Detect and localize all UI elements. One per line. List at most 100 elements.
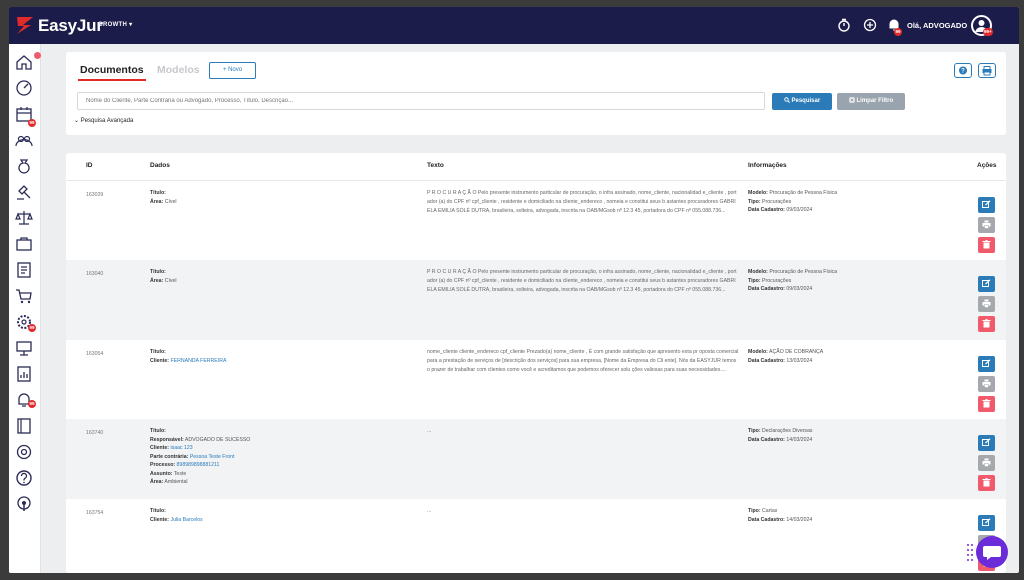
sidebar-item-users[interactable] xyxy=(15,131,33,149)
report-icon xyxy=(17,366,31,382)
row-dados: Título: Responsável: ADVOGADO DE SUCESSO… xyxy=(150,427,250,487)
help-button[interactable]: ? xyxy=(954,63,972,78)
field-value: Cível xyxy=(164,277,177,284)
row-dados: Título: Cliente: FERNANDA FERREIRA xyxy=(150,348,226,365)
tab-modelos[interactable]: Modelos xyxy=(157,64,200,76)
briefcase-icon xyxy=(16,237,32,251)
info-label: Modelo: xyxy=(748,349,768,355)
home-icon xyxy=(16,55,32,70)
row-info: Tipo: Declarações Diversas Data Cadastro:… xyxy=(748,427,813,444)
plan-dropdown[interactable]: GROWTH ▾ xyxy=(98,21,132,28)
greeting-text: Olá, ADVOGADO xyxy=(907,21,968,30)
edit-button[interactable] xyxy=(978,276,995,292)
table-row[interactable]: 163040 Título: Área: Cível P R O C U R A Ç… xyxy=(66,260,1006,340)
chat-button[interactable] xyxy=(976,536,1008,568)
advanced-search-toggle[interactable]: ⌄ Pesquisa Avançada xyxy=(74,117,133,124)
edit-icon xyxy=(982,518,991,526)
field-value[interactable]: Pessoa Teste Front xyxy=(190,454,235,460)
sidebar-item-dashboard[interactable] xyxy=(15,79,33,97)
row-text-preview: P R O C U R A Ç Ã O Pelo presente instru… xyxy=(427,190,737,215)
sidebar-item-help[interactable] xyxy=(15,469,33,487)
table-row[interactable]: 163054 Título: Cliente: FERNANDA FERREIRA… xyxy=(66,340,1006,420)
timer-icon[interactable] xyxy=(837,18,851,32)
sidebar-item-presentation[interactable] xyxy=(15,339,33,357)
info-label: Data Cadastro: xyxy=(748,207,785,213)
field-label: Assunto: xyxy=(150,470,173,477)
logo-text[interactable]: EasyJur xyxy=(38,16,103,36)
info-value: 09/03/2024 xyxy=(786,207,813,213)
sidebar-item-store[interactable] xyxy=(15,287,33,305)
delete-button[interactable] xyxy=(978,316,995,332)
print-button[interactable] xyxy=(978,217,995,233)
info-value: Declarações Diversas xyxy=(762,428,813,434)
new-document-button[interactable]: + Novo xyxy=(209,62,256,79)
delete-button[interactable] xyxy=(978,475,995,491)
sidebar-item-justice[interactable] xyxy=(15,209,33,227)
sidebar-item-processes[interactable] xyxy=(15,183,33,201)
field-value[interactable]: isaac 123 xyxy=(170,445,192,451)
sidebar-item-settings[interactable] xyxy=(15,443,33,461)
print-button[interactable] xyxy=(978,455,995,471)
delete-button[interactable] xyxy=(978,396,995,412)
sidebar-item-broadcast[interactable] xyxy=(15,495,33,513)
sidebar-item-documents[interactable] xyxy=(15,261,33,279)
field-value[interactable]: Julia Barcelos xyxy=(170,517,202,523)
info-label: Data Cadastro: xyxy=(748,286,785,292)
chevron-down-icon: ⌄ xyxy=(74,118,80,124)
active-tab-underline xyxy=(78,79,146,81)
trash-icon xyxy=(982,478,991,487)
broadcast-icon xyxy=(17,496,31,511)
edit-button[interactable] xyxy=(978,356,995,372)
edit-button[interactable] xyxy=(978,197,995,213)
search-icon xyxy=(784,97,790,103)
trash-icon xyxy=(982,319,991,328)
info-value: Procuração de Pessoa Física xyxy=(769,190,838,196)
sidebar-item-home[interactable] xyxy=(15,53,33,71)
column-header-informacoes: Informações xyxy=(748,162,787,169)
print-list-button[interactable] xyxy=(978,63,996,78)
row-info: Modelo: Procuração de Pessoa Física Tipo:… xyxy=(748,189,837,215)
print-button[interactable] xyxy=(978,376,995,392)
field-value[interactable]: FERNANDA FERREIRA xyxy=(170,358,226,364)
dashboard-icon xyxy=(16,80,32,96)
edit-icon xyxy=(982,279,991,287)
edit-button[interactable] xyxy=(978,435,995,451)
sidebar-item-finance[interactable] xyxy=(15,157,33,175)
book-icon xyxy=(17,418,31,434)
print-button[interactable] xyxy=(978,296,995,312)
table-row[interactable]: 163740 Título: Responsável: ADVOGADO DE S… xyxy=(66,419,1006,499)
search-button[interactable]: Pesquisar xyxy=(772,93,832,110)
row-id: 163040 xyxy=(86,271,104,277)
delete-button[interactable] xyxy=(978,237,995,253)
add-circle-icon[interactable] xyxy=(863,18,877,32)
easyjur-logo-icon[interactable] xyxy=(15,15,37,35)
field-label: Processo: xyxy=(150,462,176,468)
info-label: Modelo: xyxy=(748,190,768,196)
table-row[interactable]: 163754 Título: Cliente: Julia Barcelos...… xyxy=(66,499,1006,573)
field-value: Ambiental xyxy=(164,479,188,485)
search-input[interactable] xyxy=(77,92,765,110)
sidebar-item-cases[interactable] xyxy=(15,235,33,253)
table-row[interactable]: 163039 Título: Área: Cível P R O C U R A Ç… xyxy=(66,181,1006,261)
info-value: 13/03/2024 xyxy=(786,357,813,364)
sidebar-toggle[interactable] xyxy=(34,52,41,59)
edit-button[interactable] xyxy=(978,515,995,531)
info-label: Tipo: xyxy=(748,508,761,514)
field-value: ADVOGADO DE SUCESSO xyxy=(184,436,251,443)
app-window: EasyJur GROWTH ▾ 99 Olá, ADVOGADO 99+ 99 xyxy=(9,7,1019,573)
sidebar-item-reports[interactable] xyxy=(15,365,33,383)
field-value[interactable]: 898989898881211 xyxy=(177,462,220,468)
advanced-search-label: Pesquisa Avançada xyxy=(80,118,134,124)
printer-icon xyxy=(982,379,991,388)
drag-handle-icon[interactable] xyxy=(966,542,974,562)
sidebar-item-library[interactable] xyxy=(15,417,33,435)
clear-filter-button[interactable]: Limpar Filtro xyxy=(837,93,905,110)
tab-documentos[interactable]: Documentos xyxy=(80,64,144,76)
gear-icon xyxy=(16,444,32,460)
field-label: Parte contrária: xyxy=(150,453,189,460)
field-label: Cliente: xyxy=(150,357,170,364)
notification-badge: 99 xyxy=(894,28,902,36)
printer-icon xyxy=(982,299,991,308)
row-info: Modelo: AÇÃO DE COBRANÇA Data Cadastro: 1… xyxy=(748,348,823,365)
scales-icon xyxy=(15,211,33,225)
